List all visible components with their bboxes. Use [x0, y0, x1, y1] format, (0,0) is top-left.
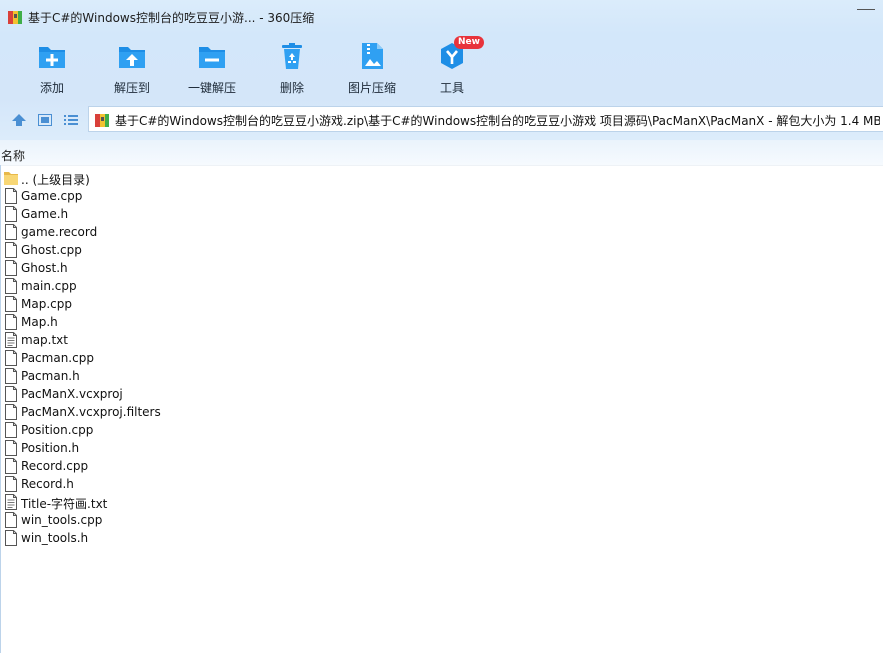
file-row[interactable]: Title-字符画.txt — [4, 493, 404, 511]
image-compress-icon — [362, 43, 383, 69]
file-name: main.cpp — [21, 279, 77, 293]
zip-archive-icon — [95, 114, 109, 127]
one-click-extract-button-label: 一键解压 — [187, 81, 236, 95]
file-row[interactable]: Pacman.h — [4, 367, 404, 385]
new-badge: New — [454, 36, 484, 49]
file-name: Title-字符画.txt — [21, 497, 108, 511]
delete-button[interactable]: 删除 — [255, 38, 329, 96]
file-icon — [5, 386, 17, 402]
file-name: Position.h — [21, 441, 80, 455]
extract-to-icon — [119, 47, 145, 68]
file-name: Position.cpp — [21, 423, 94, 437]
file-name: win_tools.h — [21, 531, 89, 545]
folder-icon — [4, 172, 18, 185]
file-icon — [5, 350, 17, 366]
file-name: Game.cpp — [21, 189, 83, 203]
file-row[interactable]: game.record — [4, 223, 404, 241]
file-icon — [5, 368, 17, 384]
file-icon — [5, 188, 17, 204]
file-name: .. (上级目录) — [21, 173, 90, 187]
file-icon — [5, 260, 17, 276]
address-bar: 基于C#的Windows控制台的吃豆豆小游戏.zip\基于C#的Windows控… — [0, 98, 883, 140]
recycle-bin-icon — [282, 43, 302, 69]
text-file-icon — [5, 332, 17, 348]
archive-app-icon — [8, 11, 22, 24]
tools-button[interactable]: New 工具 — [415, 36, 489, 96]
extract-to-button-label: 解压到 — [113, 81, 150, 95]
column-header-name-label: 名称 — [1, 149, 26, 163]
parent-folder-row[interactable]: .. (上级目录) — [4, 169, 404, 187]
file-name: Record.cpp — [21, 459, 89, 473]
file-row[interactable]: Map.h — [4, 313, 404, 331]
file-name: win_tools.cpp — [21, 513, 103, 527]
up-arrow-icon[interactable] — [12, 114, 26, 126]
add-button-label: 添加 — [39, 81, 64, 95]
file-icon — [5, 458, 17, 474]
address-path: 基于C#的Windows控制台的吃豆豆小游戏.zip\基于C#的Windows控… — [115, 114, 880, 128]
file-row[interactable]: PacManX.vcxproj — [4, 385, 404, 403]
file-row[interactable]: Record.h — [4, 475, 404, 493]
file-name: Pacman.cpp — [21, 351, 94, 365]
file-icon — [5, 476, 17, 492]
add-folder-icon — [39, 47, 65, 68]
tools-button-label: 工具 — [439, 81, 464, 95]
file-row[interactable]: Position.h — [4, 439, 404, 457]
column-header-name[interactable]: 名称 — [0, 140, 883, 166]
file-name: map.txt — [21, 333, 68, 347]
file-icon — [5, 206, 17, 222]
minimize-button[interactable] — [848, 9, 878, 23]
minimize-icon — [857, 9, 875, 10]
list-left-border — [0, 165, 1, 653]
file-icon — [5, 404, 17, 420]
file-icon — [5, 242, 17, 258]
file-name: Game.h — [21, 207, 69, 221]
file-icon — [5, 224, 17, 240]
file-name: Pacman.h — [21, 369, 80, 383]
file-row[interactable]: Game.h — [4, 205, 404, 223]
window-title: 基于C#的Windows控制台的吃豆豆小游... - 360压缩 — [28, 11, 315, 25]
delete-button-label: 删除 — [279, 81, 304, 95]
file-name: Map.h — [21, 315, 58, 329]
add-button[interactable]: 添加 — [15, 38, 89, 96]
file-icon — [5, 314, 17, 330]
toolbar: 添加 解压到 一键解压 删除 图片压缩 New 工具 — [0, 34, 883, 98]
list-view-icon[interactable] — [64, 114, 78, 126]
image-compress-button[interactable]: 图片压缩 — [335, 38, 409, 96]
file-row[interactable]: PacManX.vcxproj.filters — [4, 403, 404, 421]
file-row[interactable]: Position.cpp — [4, 421, 404, 439]
file-row[interactable]: win_tools.h — [4, 529, 404, 547]
file-name: Ghost.cpp — [21, 243, 82, 257]
file-row[interactable]: win_tools.cpp — [4, 511, 404, 529]
file-row[interactable]: map.txt — [4, 331, 404, 349]
extract-to-button[interactable]: 解压到 — [95, 38, 169, 96]
file-row[interactable]: Map.cpp — [4, 295, 404, 313]
thumbnail-view-icon[interactable] — [38, 114, 52, 126]
file-name: PacManX.vcxproj.filters — [21, 405, 161, 419]
file-row[interactable]: Record.cpp — [4, 457, 404, 475]
one-click-extract-button[interactable]: 一键解压 — [175, 38, 249, 96]
file-icon — [5, 422, 17, 438]
file-icon — [5, 440, 17, 456]
file-row[interactable]: Pacman.cpp — [4, 349, 404, 367]
file-row[interactable]: main.cpp — [4, 277, 404, 295]
file-name: Record.h — [21, 477, 74, 491]
one-click-extract-icon — [199, 47, 225, 68]
title-bar: 基于C#的Windows控制台的吃豆豆小游... - 360压缩 — [0, 0, 883, 34]
file-name: Map.cpp — [21, 297, 72, 311]
address-field[interactable]: 基于C#的Windows控制台的吃豆豆小游戏.zip\基于C#的Windows控… — [88, 106, 883, 132]
file-icon — [5, 278, 17, 294]
file-row[interactable]: Ghost.h — [4, 259, 404, 277]
image-compress-button-label: 图片压缩 — [347, 81, 396, 95]
file-row[interactable]: Ghost.cpp — [4, 241, 404, 259]
file-row[interactable]: Game.cpp — [4, 187, 404, 205]
text-file-icon — [5, 494, 17, 510]
file-icon — [5, 530, 17, 546]
file-icon — [5, 512, 17, 528]
file-name: PacManX.vcxproj — [21, 387, 123, 401]
file-name: game.record — [21, 225, 98, 239]
file-icon — [5, 296, 17, 312]
file-name: Ghost.h — [21, 261, 68, 275]
